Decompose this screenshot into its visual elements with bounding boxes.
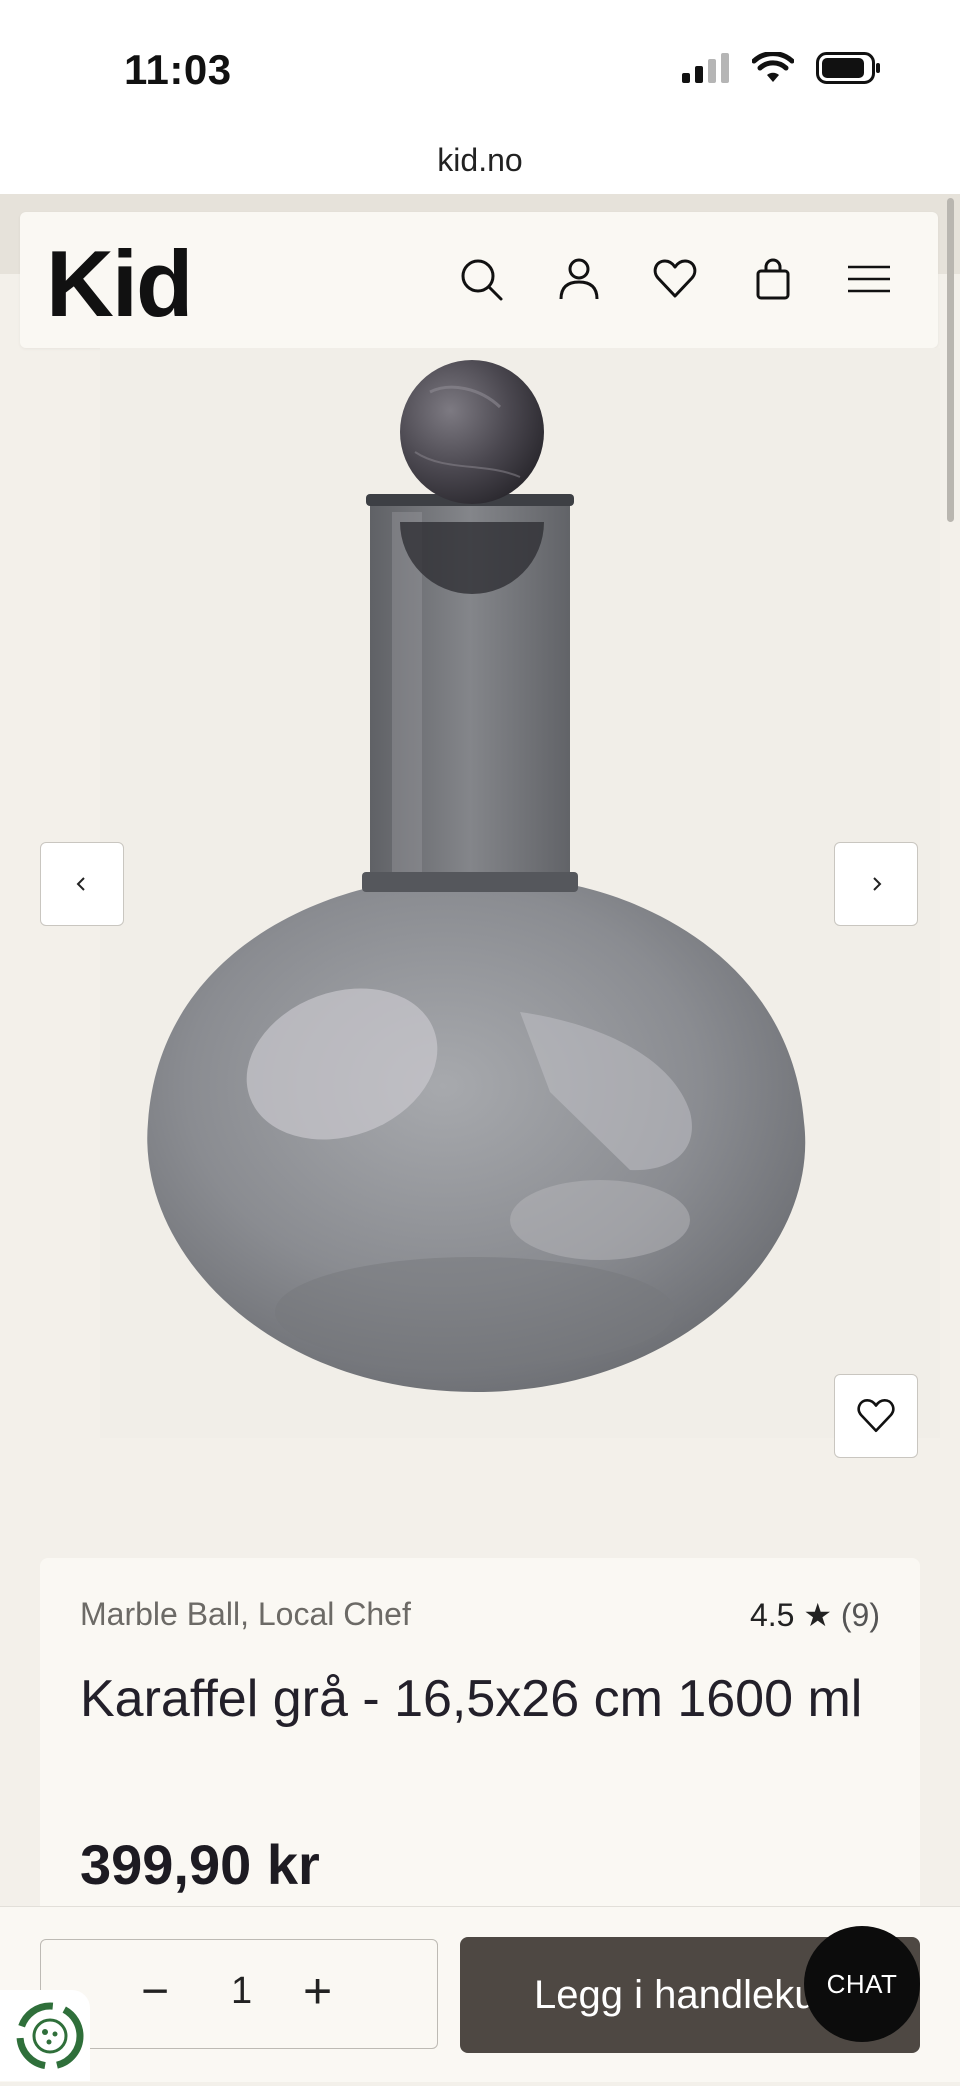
clock: 11:03 xyxy=(124,46,232,93)
heart-icon[interactable] xyxy=(652,256,698,302)
chevron-left-icon xyxy=(76,877,85,891)
site-header: Kid xyxy=(20,212,938,348)
rating-value: 4.5 ★ xyxy=(749,1597,832,1633)
menu-icon[interactable] xyxy=(846,256,892,302)
chat-label: CHAT xyxy=(826,1968,898,1999)
signal-icon xyxy=(682,53,729,83)
bag-icon[interactable] xyxy=(750,256,796,302)
search-icon[interactable] xyxy=(458,256,504,302)
browser-url-bar[interactable]: kid.no xyxy=(0,132,960,195)
recycle-icon xyxy=(16,2002,84,2070)
product-image xyxy=(147,360,806,1392)
quantity-increase-button[interactable]: + xyxy=(303,1962,332,2020)
gallery-prev-button[interactable] xyxy=(40,842,124,926)
page-scrollbar[interactable] xyxy=(947,198,954,522)
status-icons xyxy=(682,52,882,84)
battery-icon xyxy=(816,52,880,84)
product-brand[interactable]: Marble Ball, Local Chef xyxy=(80,1596,411,1633)
quantity-value[interactable]: 1 xyxy=(231,1970,252,2013)
status-bar: 11:03 xyxy=(0,0,960,132)
add-to-wishlist-button[interactable] xyxy=(834,1374,918,1458)
gallery-next-button[interactable] xyxy=(834,842,918,926)
account-icon[interactable] xyxy=(556,256,602,302)
product-price: 399,90 kr xyxy=(80,1833,320,1896)
wifi-icon xyxy=(752,52,794,82)
chevron-right-icon xyxy=(873,877,882,891)
heart-icon xyxy=(857,1399,895,1433)
recycling-badge[interactable] xyxy=(0,1990,90,2081)
product-info-card: Marble Ball, Local Chef 4.5 ★ (9) Karaff… xyxy=(40,1558,920,1958)
product-title: Karaffel grå - 16,5x26 cm 1600 ml xyxy=(80,1670,863,1728)
site-logo[interactable]: Kid xyxy=(46,230,193,338)
quantity-decrease-button[interactable]: − xyxy=(141,1964,169,2019)
quantity-stepper: − 1 + xyxy=(40,1939,438,2049)
url-text: kid.no xyxy=(437,142,523,178)
product-rating[interactable]: 4.5 ★ (9) xyxy=(750,1596,880,1634)
add-to-cart-label: Legg i handlekurv xyxy=(534,1973,850,2017)
chat-button[interactable]: CHAT xyxy=(804,1926,920,2042)
review-count: (9) xyxy=(840,1597,880,1633)
